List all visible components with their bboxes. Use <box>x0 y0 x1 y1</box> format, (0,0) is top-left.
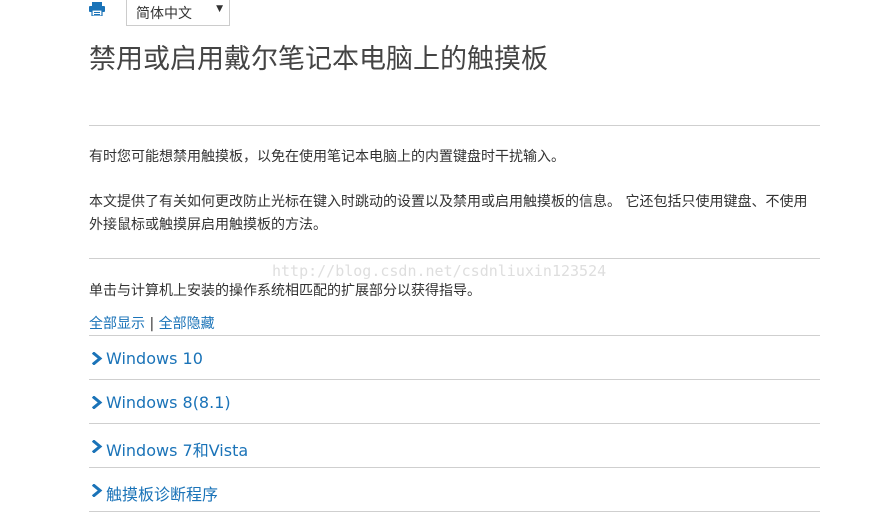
caret-down-icon: ▼ <box>216 4 223 14</box>
section-divider <box>89 511 820 512</box>
show-all-link[interactable]: 全部显示 <box>89 316 145 332</box>
chevron-right-icon <box>91 396 103 409</box>
watermark: http://blog.csdn.net/csdnliuxin123524 <box>272 262 607 280</box>
chevron-right-icon <box>91 484 103 497</box>
section-label: Windows 10 <box>106 349 203 368</box>
chevron-right-icon <box>91 352 103 365</box>
section-windows-10[interactable]: Windows 10 <box>89 336 820 380</box>
section-windows-8[interactable]: Windows 8(8.1) <box>89 380 820 424</box>
expand-toggles: 全部显示 | 全部隐藏 <box>89 313 215 333</box>
instruction-paragraph: 单击与计算机上安装的操作系统相匹配的扩展部分以获得指导。 <box>89 283 481 299</box>
intro-paragraph: 有时您可能想禁用触摸板，以免在使用笔记本电脑上的内置键盘时干扰输入。 <box>89 149 565 165</box>
print-icon[interactable] <box>89 2 105 16</box>
section-label: 触摸板诊断程序 <box>106 485 219 504</box>
section-label: Windows 8(8.1) <box>106 393 231 412</box>
language-value: 简体中文 <box>136 6 192 22</box>
summary-paragraph: 本文提供了有关如何更改防止光标在键入时跳动的设置以及禁用或启用触摸板的信息。 它… <box>89 194 808 233</box>
page: 简体中文 ▼ 禁用或启用戴尔笔记本电脑上的触摸板 有时您可能想禁用触摸板，以免在… <box>0 0 886 526</box>
section-touchpad-diagnostics[interactable]: 触摸板诊断程序 <box>89 468 820 512</box>
section-windows-7-vista[interactable]: Windows 7和Vista <box>89 424 820 468</box>
chevron-right-icon <box>91 440 103 453</box>
toggle-separator: | <box>145 316 159 332</box>
hide-all-link[interactable]: 全部隐藏 <box>159 316 215 332</box>
content-divider <box>89 258 820 259</box>
language-select[interactable]: 简体中文 ▼ <box>126 0 230 26</box>
title-divider <box>89 125 820 126</box>
section-label: Windows 7和Vista <box>106 441 249 460</box>
page-title: 禁用或启用戴尔笔记本电脑上的触摸板 <box>89 44 548 75</box>
